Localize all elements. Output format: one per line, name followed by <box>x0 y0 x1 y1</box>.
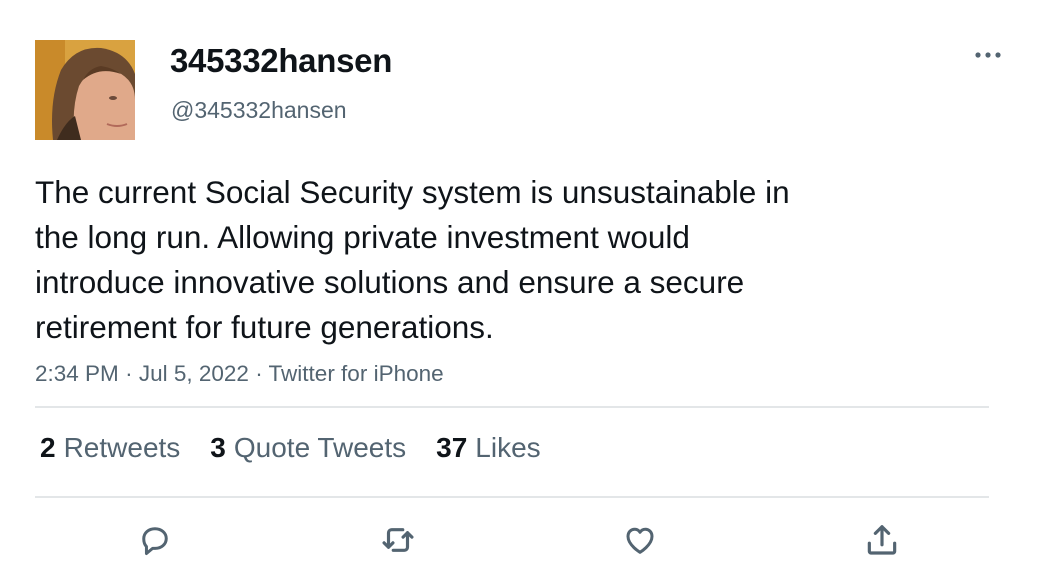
meta-separator: · <box>255 361 263 386</box>
like-button[interactable] <box>618 518 662 562</box>
avatar[interactable] <box>35 40 135 140</box>
retweets-label: Retweets <box>63 432 181 463</box>
divider <box>35 406 989 408</box>
tweet-actions-bar <box>0 518 1050 562</box>
divider <box>35 496 989 498</box>
tweet-time[interactable]: 2:34 PM <box>35 361 119 386</box>
likes-stat[interactable]: 37 Likes <box>436 432 541 464</box>
retweet-arrows-icon <box>382 528 414 552</box>
retweet-button[interactable] <box>376 518 420 562</box>
quote-tweets-count: 3 <box>210 432 226 463</box>
more-horizontal-icon <box>975 52 1001 58</box>
author-display-name[interactable]: 345332hansen <box>170 42 392 80</box>
reply-bubble-icon <box>142 527 168 555</box>
quote-tweets-stat[interactable]: 3 Quote Tweets <box>210 432 406 464</box>
share-upload-icon <box>867 525 897 555</box>
retweets-stat[interactable]: 2 Retweets <box>40 432 180 464</box>
tweet-meta: 2:34 PM · Jul 5, 2022 · Twitter for iPho… <box>35 361 444 387</box>
meta-separator: · <box>125 361 133 386</box>
tweet-date[interactable]: Jul 5, 2022 <box>139 361 249 386</box>
quote-tweets-label: Quote Tweets <box>233 432 407 463</box>
retweets-count: 2 <box>40 432 56 463</box>
tweet-source[interactable]: Twitter for iPhone <box>269 361 444 386</box>
tweet-text: The current Social Security system is un… <box>35 174 790 345</box>
reply-button[interactable] <box>133 518 177 562</box>
likes-count: 37 <box>436 432 468 463</box>
more-options-button[interactable] <box>968 40 1008 70</box>
tweet-stats: 2 Retweets 3 Quote Tweets 37 Likes <box>40 432 541 464</box>
author-handle[interactable]: @345332hansen <box>171 97 347 124</box>
likes-label: Likes <box>475 432 541 463</box>
heart-icon <box>626 527 654 554</box>
avatar-image <box>35 40 135 140</box>
share-button[interactable] <box>860 518 904 562</box>
